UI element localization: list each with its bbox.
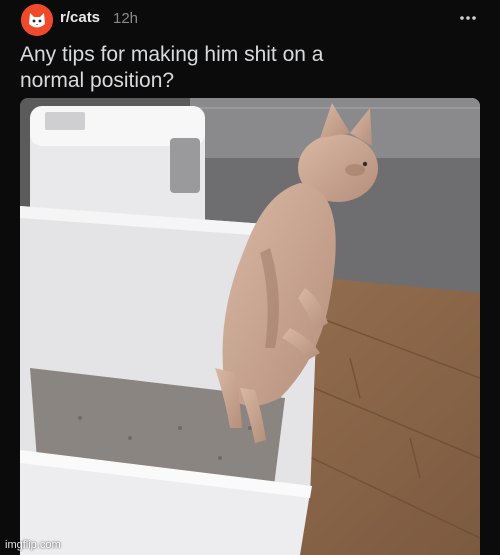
- subreddit-avatar-icon[interactable]: [21, 4, 53, 36]
- subreddit-name[interactable]: r/cats: [60, 9, 100, 26]
- more-options-icon[interactable]: [456, 6, 480, 30]
- imgflip-watermark: imgflip.com: [5, 539, 61, 551]
- post-header: r/cats 12h: [0, 0, 500, 38]
- post-image[interactable]: [20, 98, 480, 555]
- post-title[interactable]: Any tips for making him shit on a normal…: [20, 42, 380, 94]
- post-timestamp: 12h: [113, 10, 139, 27]
